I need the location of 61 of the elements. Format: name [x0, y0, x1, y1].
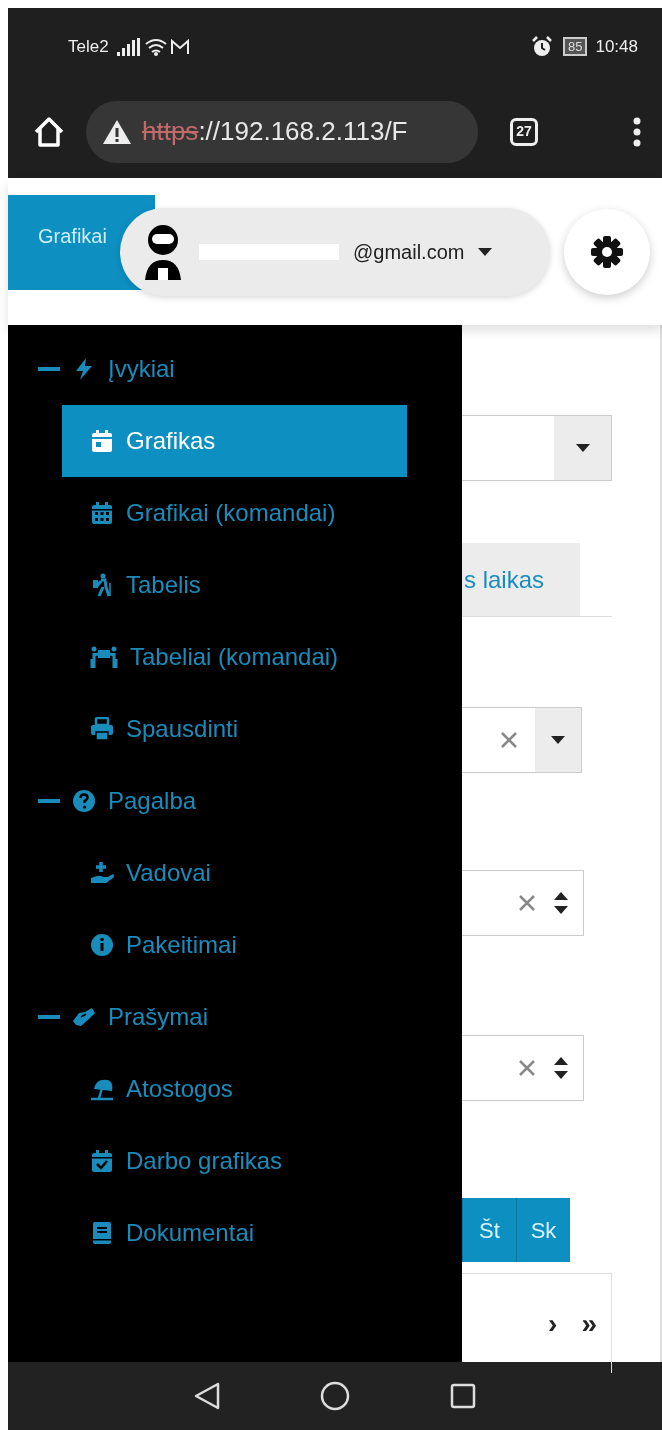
clear-icon[interactable] — [501, 732, 517, 748]
select-field[interactable] — [462, 415, 612, 481]
mail-icon — [169, 38, 190, 55]
caret-down-icon — [575, 444, 590, 452]
menu-group-label[interactable]: Pagalba — [108, 783, 197, 819]
home-icon[interactable] — [32, 114, 66, 149]
menu-item[interactable]: Spausdinti — [62, 693, 407, 765]
question-circle-icon — [72, 789, 96, 813]
select-field[interactable] — [462, 707, 582, 773]
info-circle-icon — [90, 933, 114, 957]
book-icon — [90, 1221, 114, 1245]
menu-item[interactable]: Grafikas — [62, 405, 407, 477]
settings-icon — [590, 234, 624, 269]
battery-indicator: 85 — [563, 37, 588, 56]
pager-button[interactable]: › — [548, 1302, 558, 1345]
calendar-icon — [90, 429, 114, 453]
carrier-name: Tele2 — [68, 35, 109, 58]
caret-down-icon — [551, 736, 565, 744]
home-icon[interactable] — [320, 1381, 350, 1411]
menu-group-label[interactable]: Įvykiai — [108, 351, 175, 387]
settings-button[interactable] — [564, 208, 650, 295]
more-options-icon[interactable] — [632, 116, 642, 147]
hiker-icon — [90, 573, 114, 597]
calendar-check-icon — [90, 1149, 114, 1173]
menu-item[interactable]: Dokumentai — [62, 1197, 407, 1269]
select-field[interactable] — [462, 870, 584, 936]
select-field[interactable] — [462, 1035, 584, 1101]
clock-time: 10:48 — [595, 35, 638, 58]
sort-arrows-icon — [553, 1056, 569, 1080]
address-bar[interactable]: https://192.168.2.113/F — [86, 100, 478, 163]
menu-item[interactable]: Tabelis — [62, 549, 407, 621]
tab-count-button[interactable]: 27 — [510, 117, 538, 146]
weekday-button[interactable]: Št — [462, 1198, 516, 1262]
clear-icon[interactable] — [519, 895, 535, 911]
beach-umbrella-icon — [90, 1077, 114, 1101]
content-tab[interactable]: s laikas — [462, 543, 580, 616]
calendar-grid-icon — [90, 501, 114, 525]
hand-with-plus-icon — [90, 861, 114, 885]
pager-button[interactable]: » — [581, 1302, 597, 1345]
signal-icon — [116, 37, 141, 56]
user-email: @gmail.com — [353, 239, 465, 265]
menu-item[interactable]: Darbo grafikas — [62, 1125, 407, 1197]
url-text: https://192.168.2.113/F — [142, 115, 408, 148]
menu-item[interactable]: Vadovai — [62, 837, 407, 909]
recent-apps-icon[interactable] — [450, 1383, 476, 1409]
warning-icon — [102, 118, 132, 145]
weekday-button[interactable]: Sk — [516, 1198, 570, 1262]
menu-item[interactable]: Pakeitimai — [62, 909, 407, 981]
printer-icon — [90, 717, 114, 741]
user-menu-button[interactable]: @gmail.com — [120, 207, 550, 296]
caret-down-icon — [478, 247, 493, 256]
menu-group-label[interactable]: Prašymai — [108, 999, 209, 1035]
back-icon[interactable] — [194, 1382, 220, 1410]
clear-icon[interactable] — [519, 1060, 535, 1076]
menu-item[interactable]: Atostogos — [62, 1053, 407, 1125]
sort-arrows-icon — [553, 891, 569, 915]
people-carrying-box-icon — [90, 645, 118, 669]
wifi-icon — [144, 37, 167, 56]
menu-item[interactable]: Grafikai (komandai) — [62, 477, 407, 549]
menu-item[interactable]: Tabeliai (komandai) — [62, 621, 407, 693]
alarm-clock-icon — [531, 35, 553, 58]
